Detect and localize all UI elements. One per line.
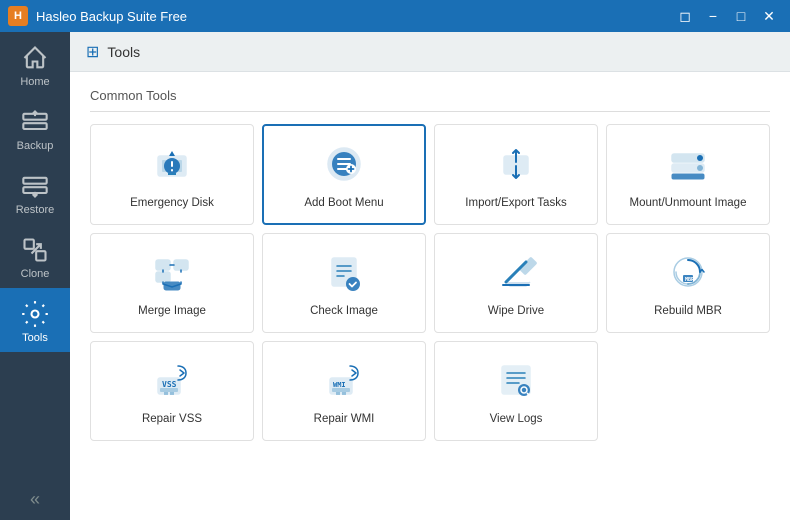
maximize-window-button[interactable]: □ [728, 4, 754, 28]
app-icon: H [8, 6, 28, 26]
tool-wipe-drive-label: Wipe Drive [488, 304, 544, 319]
tool-import-export-tasks-label: Import/Export Tasks [465, 196, 566, 211]
svg-text:VSS: VSS [162, 380, 177, 389]
page-header: ⊞ Tools [70, 32, 790, 72]
sidebar-item-backup-label: Backup [17, 140, 54, 152]
tool-repair-wmi-label: Repair WMI [314, 412, 375, 427]
sidebar-item-clone[interactable]: Clone [0, 224, 70, 288]
sidebar-item-clone-label: Clone [21, 268, 50, 280]
section-title-common-tools: Common Tools [90, 88, 770, 112]
tool-check-image-label: Check Image [310, 304, 378, 319]
tool-mount-unmount-image[interactable]: Mount/Unmount Image [606, 124, 770, 225]
tool-view-logs-label: View Logs [490, 412, 543, 427]
close-window-button[interactable]: ✕ [756, 4, 782, 28]
tool-wipe-drive[interactable]: Wipe Drive [434, 233, 598, 333]
sidebar-item-tools[interactable]: Tools [0, 288, 70, 352]
tool-check-image[interactable]: Check Image [262, 233, 426, 333]
tool-repair-wmi[interactable]: WMI Repair WMI [262, 341, 426, 441]
tool-merge-image-label: Merge Image [138, 304, 206, 319]
sidebar-item-backup[interactable]: Backup [0, 96, 70, 160]
tool-repair-vss-label: Repair VSS [142, 412, 202, 427]
tool-mount-unmount-image-label: Mount/Unmount Image [630, 196, 747, 211]
tool-add-boot-menu-label: Add Boot Menu [304, 196, 383, 211]
sidebar: Home Backup Restore [0, 32, 70, 520]
svg-text:WMI: WMI [333, 381, 346, 389]
page-header-title: Tools [107, 44, 140, 60]
minimize-window-button[interactable]: − [700, 4, 726, 28]
sidebar-item-restore[interactable]: Restore [0, 160, 70, 224]
page-header-icon: ⊞ [86, 42, 99, 62]
tool-view-logs[interactable]: View Logs [434, 341, 598, 441]
tool-add-boot-menu[interactable]: Add Boot Menu [262, 124, 426, 225]
tool-import-export-tasks[interactable]: Import/Export Tasks [434, 124, 598, 225]
content-area: ⊞ Tools Common Tools Emergency Disk [70, 32, 790, 520]
tool-repair-vss[interactable]: VSS Repair VSS [90, 341, 254, 441]
tool-rebuild-mbr-label: Rebuild MBR [654, 304, 722, 319]
tool-emergency-disk[interactable]: Emergency Disk [90, 124, 254, 225]
sidebar-item-restore-label: Restore [16, 204, 55, 216]
sidebar-collapse-button[interactable]: « [0, 479, 70, 520]
tool-rebuild-mbr[interactable]: MBR Rebuild MBR [606, 233, 770, 333]
app-title: Hasleo Backup Suite Free [36, 9, 672, 24]
restore-window-button[interactable]: ◻ [672, 4, 698, 28]
sidebar-item-home[interactable]: Home [0, 32, 70, 96]
tool-emergency-disk-label: Emergency Disk [130, 196, 214, 211]
sidebar-item-tools-label: Tools [22, 332, 48, 344]
app-body: Home Backup Restore [0, 32, 790, 520]
sidebar-item-home-label: Home [20, 76, 49, 88]
title-bar: H Hasleo Backup Suite Free ◻ − □ ✕ [0, 0, 790, 32]
svg-text:MBR: MBR [685, 277, 695, 283]
window-controls: ◻ − □ ✕ [672, 4, 782, 28]
page-content: Common Tools Emergency Disk [70, 72, 790, 520]
tool-merge-image[interactable]: Merge Image [90, 233, 254, 333]
tool-grid: Emergency Disk Add Boot Menu [90, 124, 770, 441]
